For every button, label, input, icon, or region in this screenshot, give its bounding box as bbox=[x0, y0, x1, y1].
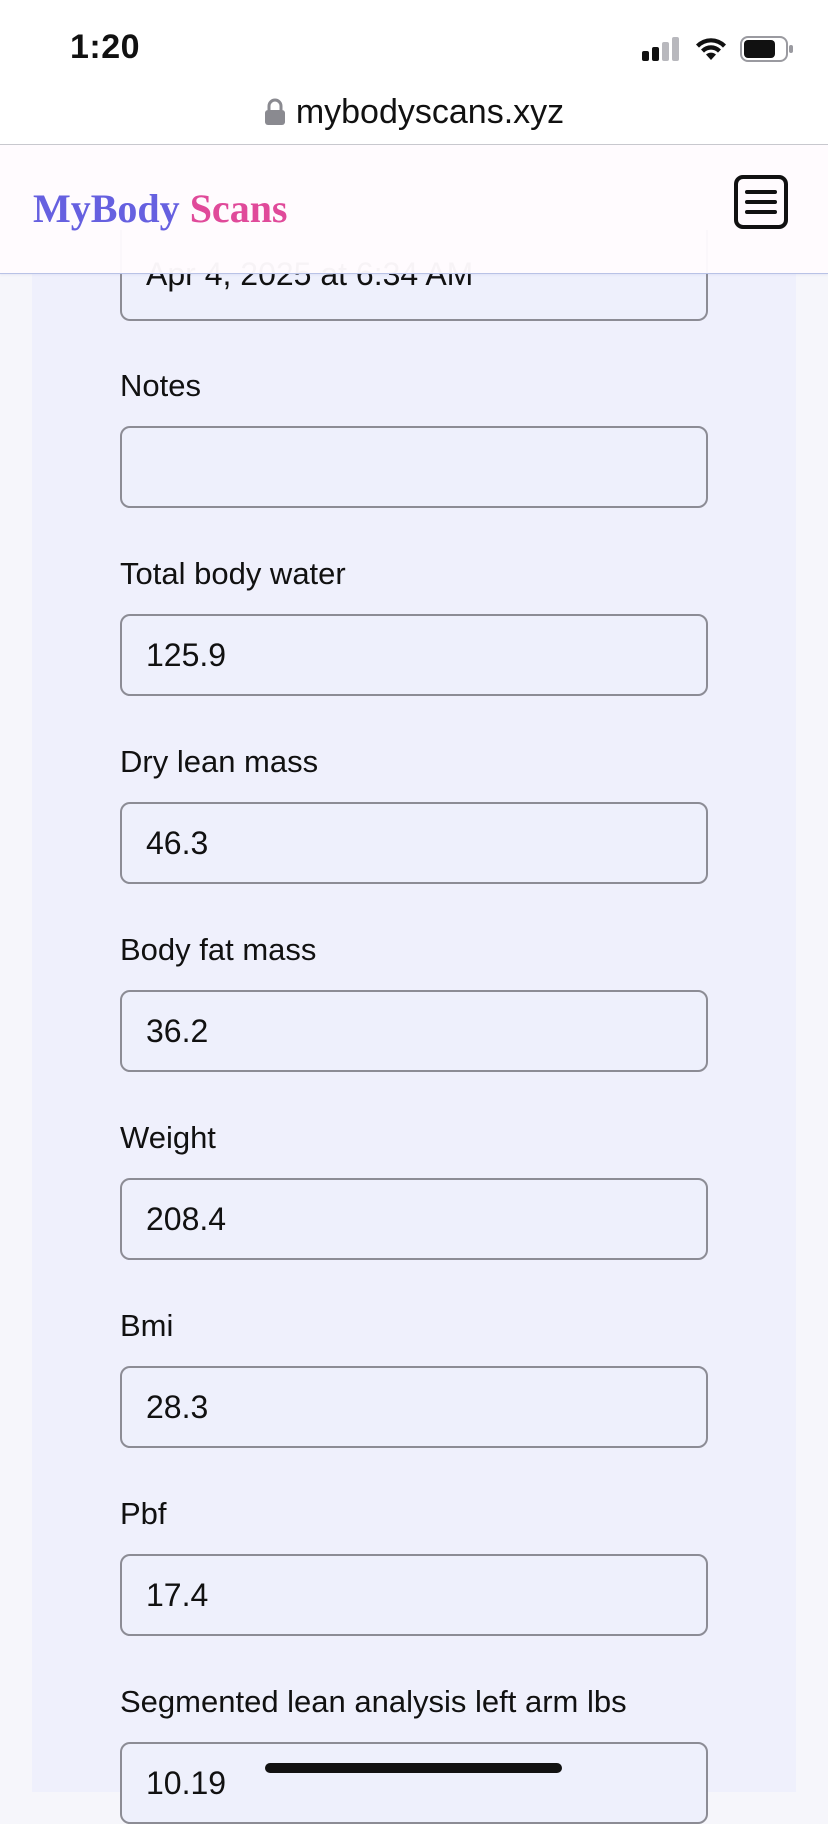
weight-label: Weight bbox=[120, 1120, 216, 1155]
status-icons bbox=[642, 36, 794, 62]
lock-icon bbox=[264, 98, 285, 125]
dry-lean-mass-label: Dry lean mass bbox=[120, 744, 319, 779]
total-body-water-input[interactable] bbox=[120, 614, 708, 696]
brand-name-part2: Scans bbox=[189, 186, 288, 231]
body-fat-mass-label: Body fat mass bbox=[120, 932, 317, 967]
pbf-input[interactable] bbox=[120, 1554, 708, 1636]
signal-icon bbox=[642, 37, 679, 61]
bmi-label: Bmi bbox=[120, 1308, 174, 1343]
weight-input[interactable] bbox=[120, 1178, 708, 1260]
left-arm-lean-input[interactable] bbox=[120, 1742, 708, 1824]
hamburger-menu-icon bbox=[745, 190, 777, 194]
body-fat-mass-input[interactable] bbox=[120, 990, 708, 1072]
battery-icon bbox=[740, 36, 793, 62]
notes-input[interactable] bbox=[120, 426, 708, 508]
site-header: MyBody Scans bbox=[0, 145, 828, 274]
scan-form-panel: Notes Total body water Dry lean mass Bod… bbox=[32, 230, 796, 1824]
browser-url-bar[interactable]: mybodyscans.xyz bbox=[0, 80, 828, 145]
notes-label: Notes bbox=[120, 368, 201, 403]
home-indicator bbox=[265, 1763, 562, 1773]
hamburger-menu-button[interactable] bbox=[734, 175, 788, 229]
dry-lean-mass-input[interactable] bbox=[120, 802, 708, 884]
status-time: 1:20 bbox=[70, 28, 141, 66]
pbf-label: Pbf bbox=[120, 1496, 167, 1531]
brand-logo[interactable]: MyBody Scans bbox=[33, 185, 288, 232]
total-body-water-label: Total body water bbox=[120, 556, 346, 591]
left-arm-lean-label: Segmented lean analysis left arm lbs bbox=[120, 1684, 627, 1719]
url-text: mybodyscans.xyz bbox=[295, 92, 565, 131]
wifi-icon bbox=[696, 38, 726, 60]
bmi-input[interactable] bbox=[120, 1366, 708, 1448]
brand-name-part1: MyBody bbox=[33, 186, 180, 231]
